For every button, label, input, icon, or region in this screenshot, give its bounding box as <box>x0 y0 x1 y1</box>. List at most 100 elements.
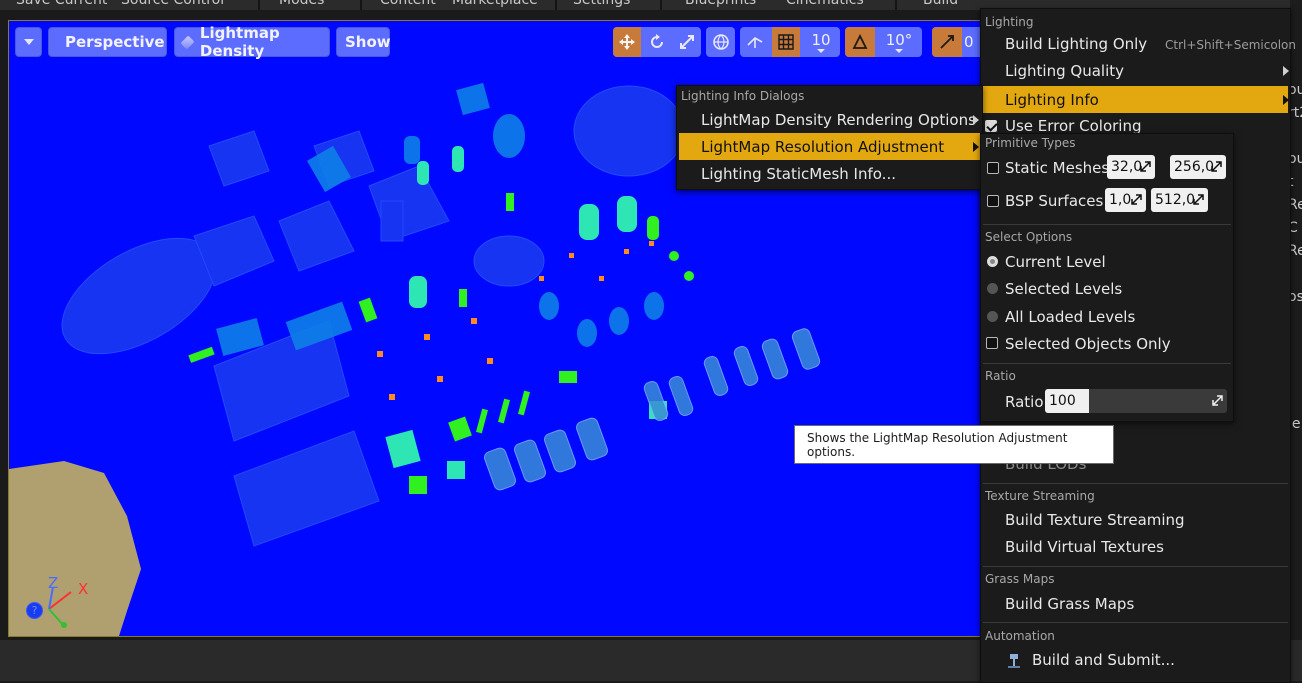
toolbar-marketplace[interactable]: Marketplace <box>452 0 538 10</box>
all-loaded-levels-radio[interactable] <box>987 311 998 322</box>
bsp-surfaces-checkbox[interactable] <box>987 195 999 207</box>
scale-snap-toggle[interactable] <box>932 27 962 57</box>
static-meshes-max-field[interactable]: 256,0 <box>1170 155 1226 179</box>
toolbar-modes[interactable]: Modes <box>279 0 324 10</box>
viewport-options-button[interactable] <box>15 27 42 57</box>
ratio-label: Ratio <box>1005 393 1044 411</box>
bsp-max-field[interactable]: 512,0 <box>1151 188 1208 212</box>
static-meshes-min-field[interactable]: 32,0 <box>1107 155 1155 179</box>
gear-mesh <box>573 85 685 177</box>
perspective-button[interactable]: Perspective <box>48 27 167 57</box>
ratio-slider[interactable]: 100 <box>1045 389 1227 413</box>
cluster-mesh <box>473 235 545 287</box>
grid-icon <box>778 34 794 50</box>
lighting-staticmesh-info-label: Lighting StaticMesh Info... <box>701 165 896 183</box>
chevron-down-icon <box>895 49 903 53</box>
lightmap-resolution-adjustment-label: LightMap Resolution Adjustment <box>701 137 945 156</box>
build-texture-streaming-item[interactable]: Build Texture Streaming <box>1005 511 1185 529</box>
show-button[interactable]: Show <box>336 27 391 57</box>
perspective-label: Perspective <box>65 33 165 51</box>
build-grass-maps-item[interactable]: Build Grass Maps <box>1005 595 1134 613</box>
lighting-info-label: Lighting Info <box>1005 90 1099 109</box>
chevron-right-icon <box>1283 95 1289 105</box>
lighting-quality-label: Lighting Quality <box>1005 62 1124 80</box>
resize-icon <box>1131 194 1142 205</box>
lightmap-density-options-item[interactable]: LightMap Density Rendering Options <box>679 107 980 133</box>
toolbar-build[interactable]: Build <box>923 0 958 10</box>
ratio-header: Ratio <box>985 369 1016 383</box>
block-mesh <box>278 200 355 272</box>
camera-perspective-icon <box>54 36 60 48</box>
rotation-snap-value-text: 10° <box>885 31 913 49</box>
current-level-radio[interactable] <box>987 256 998 267</box>
lighting-section-header: Lighting <box>985 15 1034 29</box>
resize-icon <box>1140 161 1151 172</box>
all-loaded-levels-label: All Loaded Levels <box>1005 308 1136 326</box>
primitive-types-header: Primitive Types <box>985 136 1076 150</box>
grid-snap-toggle[interactable] <box>772 27 800 57</box>
scale-snap-value-text: 0 <box>964 33 974 51</box>
lightmap-resolution-panel: Primitive Types Static Meshes 32,0 256,0… <box>980 133 1234 422</box>
toolbar-settings[interactable]: Settings <box>573 0 630 10</box>
automation-header: Automation <box>985 629 1055 643</box>
toolbar-blueprints[interactable]: Blueprints <box>685 0 756 10</box>
scale-tool-button[interactable] <box>673 27 701 57</box>
selected-levels-radio[interactable] <box>987 283 998 294</box>
rotation-snap-toggle[interactable] <box>845 27 875 57</box>
scale-icon <box>680 35 694 49</box>
rotate-tool-button[interactable] <box>643 27 671 57</box>
use-error-coloring-checkbox[interactable] <box>985 120 997 132</box>
view-mode-button[interactable]: Lightmap Density <box>174 24 330 60</box>
scale-snap-value[interactable]: 0 <box>964 27 980 57</box>
build-lighting-only-label: Build Lighting Only <box>1005 35 1148 53</box>
bsp-min-field[interactable]: 1,0 <box>1105 188 1146 212</box>
bsp-min-value: 1,0 <box>1109 192 1132 208</box>
lighting-info-dialogs-header: Lighting Info Dialogs <box>681 89 805 103</box>
rotate-icon <box>651 34 663 48</box>
resize-icon <box>1212 395 1223 406</box>
block-mesh <box>208 130 270 187</box>
lighting-quality-item[interactable]: Lighting Quality <box>983 58 1288 84</box>
selected-levels-label: Selected Levels <box>1005 280 1123 298</box>
grid-snap-value-text: 10 <box>811 31 831 49</box>
lightmap-resolution-adjustment-item[interactable]: LightMap Resolution Adjustment <box>679 133 980 160</box>
lighting-info-item[interactable]: Lighting Info <box>983 86 1288 113</box>
lightmap-density-options-label: LightMap Density Rendering Options <box>701 111 976 129</box>
view-mode-icon <box>180 34 195 50</box>
static-meshes-checkbox[interactable] <box>987 162 999 174</box>
surface-snap-button[interactable] <box>740 27 770 57</box>
translate-tool-button[interactable] <box>613 27 641 57</box>
build-virtual-textures-item[interactable]: Build Virtual Textures <box>1005 538 1164 556</box>
static-meshes-max-value: 256,0 <box>1174 159 1215 175</box>
selected-objects-only-checkbox[interactable] <box>986 337 998 349</box>
lighting-staticmesh-info-item[interactable]: Lighting StaticMesh Info... <box>679 161 980 187</box>
panel-mesh <box>233 430 380 547</box>
angle-icon <box>852 33 868 49</box>
details-panel-edge <box>1290 0 1302 681</box>
select-options-header: Select Options <box>985 230 1073 244</box>
help-icon[interactable]: ? <box>26 602 43 619</box>
toolbar-save-current[interactable]: Save Current <box>16 0 107 10</box>
toolbar-content[interactable]: Content <box>380 0 436 10</box>
bsp-surfaces-label: BSP Surfaces <box>1005 192 1104 210</box>
small-mesh <box>380 200 404 242</box>
globe-icon <box>712 34 729 50</box>
static-meshes-label: Static Meshes <box>1005 159 1110 177</box>
toolbar-cinematics[interactable]: Cinematics <box>786 0 864 10</box>
chevron-right-icon <box>973 115 979 125</box>
build-and-submit-label: Build and Submit... <box>1032 651 1175 669</box>
chevron-right-icon <box>973 142 979 152</box>
current-level-label: Current Level <box>1005 253 1106 271</box>
toolbar-source-control[interactable]: Source Control <box>121 0 224 10</box>
bsp-max-value: 512,0 <box>1155 192 1196 208</box>
world-space-button[interactable] <box>706 27 735 57</box>
resize-icon <box>1193 194 1204 205</box>
static-meshes-min-value: 32,0 <box>1111 159 1143 175</box>
view-mode-label: Lightmap Density <box>199 24 280 60</box>
rotation-snap-value[interactable]: 10° <box>877 27 921 57</box>
ratio-value: 100 <box>1049 393 1076 409</box>
move-icon <box>619 34 635 50</box>
axis-x-label: X <box>78 580 89 598</box>
build-and-submit-item[interactable]: Build and Submit... <box>1005 649 1175 671</box>
grid-snap-value[interactable]: 10 <box>802 27 840 57</box>
